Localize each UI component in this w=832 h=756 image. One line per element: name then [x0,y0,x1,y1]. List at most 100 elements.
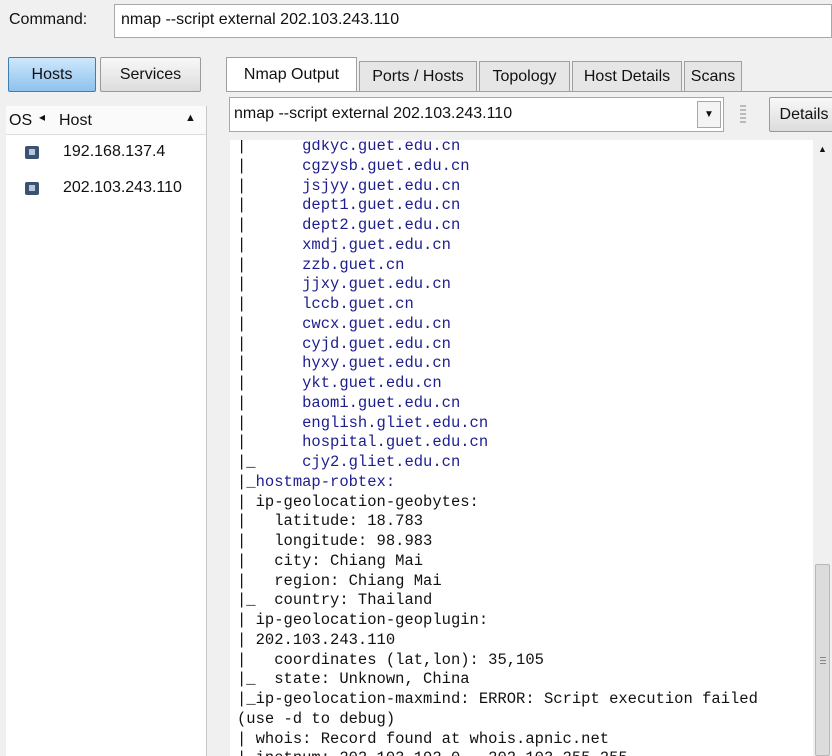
tree-prefix: | [237,413,303,432]
tree-prefix: | [237,729,256,748]
output-scrollbar[interactable]: ▲ [813,140,832,756]
thumb-grip-icon [820,657,826,665]
output-text: _hostmap-robtex: [246,472,396,491]
tree-prefix: | [237,275,303,294]
tree-prefix: | [237,749,256,756]
tree-prefix: | [237,156,303,175]
output-line: | ip-geolocation-geobytes: [237,492,479,512]
tree-prefix: | [237,295,303,313]
tree-prefix: | [237,650,275,669]
output-text: jsjyy.guet.edu.cn [302,176,461,195]
services-button[interactable]: Services [100,57,201,92]
scan-select[interactable]: nmap --script external 202.103.243.110 [229,97,724,132]
output-text: gdkyc.guet.edu.cn [302,140,461,155]
tree-prefix: | [237,611,256,629]
tree-prefix: | [237,571,275,590]
output-line: (use -d to debug) [237,709,395,729]
output-line: | coordinates (lat,lon): 35,105 [237,650,544,670]
output-line: | xmdj.guet.edu.cn [237,235,451,255]
output-text: hyxy.guet.edu.cn [302,354,451,373]
output-line: | baomi.guet.edu.cn [237,393,460,413]
output-line: | gdkyc.guet.edu.cn [237,140,460,156]
tree-prefix: | [237,472,247,491]
column-os[interactable]: OS [9,112,32,130]
tab-topology[interactable]: Topology [479,61,570,91]
output-line: |_ip-geolocation-maxmind: ERROR: Script … [237,689,758,709]
tree-prefix: | [237,690,247,708]
tab-divider [226,91,832,92]
output-line: | inetnum: 202.103.192.0 - 202.103.255.2… [237,748,628,756]
scroll-up-icon[interactable]: ▲ [813,144,832,160]
tree-prefix: | [237,334,303,353]
output-text: latitude: 18.783 [274,512,424,531]
tree-prefix: | [237,492,256,511]
tree-prefix: | [237,551,275,570]
command-input[interactable]: nmap --script external 202.103.243.110 [114,4,832,38]
output-text: (use -d to debug) [237,709,396,728]
output-text: dept2.guet.edu.cn [302,216,461,234]
tab-scans[interactable]: Scans [684,61,742,91]
output-line: | dept1.guet.edu.cn [237,195,460,215]
output-text: cyjd.guet.edu.cn [302,334,451,353]
output-text: city: Chiang Mai [274,551,424,570]
tree-prefix: | [237,216,303,234]
output-line: | whois: Record found at whois.apnic.net [237,729,609,749]
output-text: ykt.guet.edu.cn [302,374,442,392]
output-line: |_hostmap-robtex: [237,472,395,492]
tree-prefix: | [237,630,256,649]
tree-prefix: | [237,235,303,254]
host-list: OS ◂ Host ▲ 192.168.137.4 202.103.243.11… [6,106,207,756]
sort-ascending-icon: ▲ [185,112,196,124]
chevron-down-icon[interactable]: ▼ [697,101,721,128]
nmap-output-text[interactable]: | gdkyc.guet.edu.cn | cgzysb.guet.edu.cn |… [230,140,813,756]
tab-host-details[interactable]: Host Details [572,61,682,91]
output-line: | longitude: 98.983 [237,531,432,551]
output-text: coordinates (lat,lon): 35,105 [274,650,544,669]
output-line: | cwcx.guet.edu.cn [237,314,451,334]
output-line: |_ state: Unknown, China [237,669,470,689]
host-row[interactable]: 192.168.137.4 [6,140,206,170]
output-text: cgzysb.guet.edu.cn [302,156,470,175]
output-line: | cyjd.guet.edu.cn [237,334,451,354]
tab-ports-hosts[interactable]: Ports / Hosts [359,61,477,91]
output-text: lccb.guet.cn [302,295,414,313]
output-text: region: Chiang Mai [274,571,442,590]
os-unknown-icon [25,182,39,195]
output-text: _ip-geolocation-maxmind: ERROR: Script e… [246,690,758,708]
host-row[interactable]: 202.103.243.110 [6,176,206,206]
output-line: | jjxy.guet.edu.cn [237,274,451,294]
output-line: | city: Chiang Mai [237,551,423,571]
output-line: |_ country: Thailand [237,590,432,610]
output-text: cwcx.guet.edu.cn [302,314,451,333]
output-text: ip-geolocation-geobytes: [255,492,479,511]
os-unknown-icon [25,146,39,159]
output-text: longitude: 98.983 [274,532,433,550]
output-text: ip-geolocation-geoplugin: [255,611,489,629]
host-address: 192.168.137.4 [63,143,166,160]
details-button[interactable]: Details [769,97,832,132]
output-line: | cgzysb.guet.edu.cn [237,156,470,176]
scroll-thumb[interactable] [815,564,830,756]
tree-prefix: | [237,532,275,550]
tree-prefix: | [237,314,303,333]
tab-nmap-output[interactable]: Nmap Output [226,57,357,92]
tree-prefix: |_ [237,591,275,610]
output-text: state: Unknown, China [274,670,470,689]
tree-prefix: | [237,176,303,195]
caret-left-icon: ◂ [39,110,46,124]
tree-prefix: | [237,393,303,412]
output-text: hospital.guet.edu.cn [302,433,489,452]
output-text: whois: Record found at whois.apnic.net [255,729,610,748]
host-address: 202.103.243.110 [63,179,182,196]
tree-prefix: | [237,255,303,274]
hosts-button[interactable]: Hosts [8,57,96,92]
output-line: | jsjyy.guet.edu.cn [237,176,460,196]
output-line: | 202.103.243.110 [237,630,395,650]
command-label: Command: [9,11,88,28]
column-host[interactable]: Host [59,112,92,130]
output-line: | hyxy.guet.edu.cn [237,353,451,373]
output-text: country: Thailand [274,591,433,610]
output-line: | zzb.guet.cn [237,255,404,275]
tree-prefix: | [237,374,303,392]
output-text: inetnum: 202.103.192.0 - 202.103.255.255 [256,749,628,756]
